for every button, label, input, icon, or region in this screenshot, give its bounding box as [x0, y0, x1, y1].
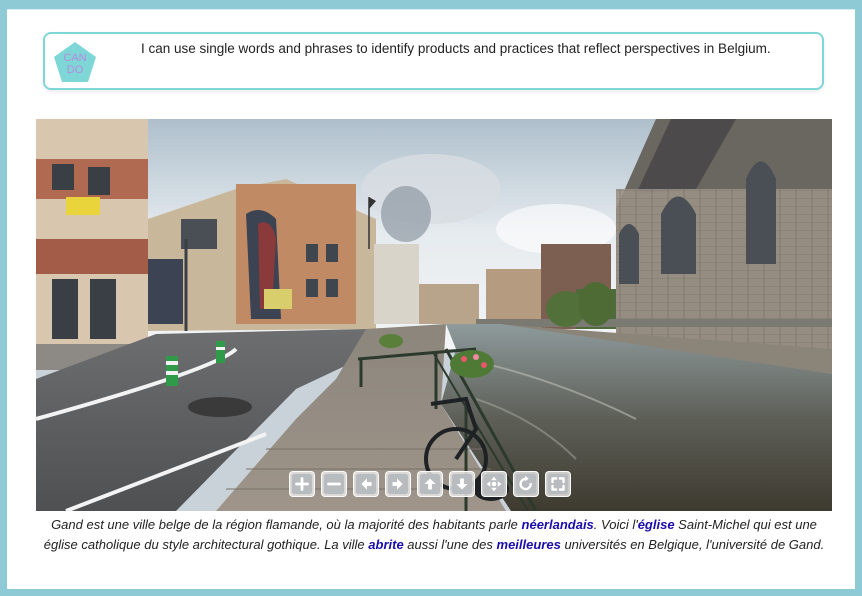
keyword-abrite: abrite	[368, 537, 404, 552]
caption-text-1: Gand est une ville belge de la région fl…	[51, 517, 522, 532]
pan-right-button[interactable]	[385, 471, 411, 497]
pan-left-icon	[355, 473, 377, 495]
keyword-eglise: église	[637, 517, 675, 532]
caption-text-5: universités en Belgique, l'université de…	[560, 537, 825, 552]
pan-left-button[interactable]	[353, 471, 379, 497]
fullscreen-button[interactable]	[545, 471, 571, 497]
zoom-out-button[interactable]	[321, 471, 347, 497]
pan-down-button[interactable]	[449, 471, 475, 497]
photo-caption: Gand est une ville belge de la région fl…	[36, 515, 832, 555]
pan-up-icon	[419, 473, 441, 495]
ghent-canal-photo	[36, 119, 832, 511]
can-do-badge-icon: CAN DO	[54, 42, 96, 82]
pan-right-icon	[387, 473, 409, 495]
fullscreen-icon	[547, 473, 569, 495]
caption-text-2: . Voici l'	[593, 517, 638, 532]
can-do-statement: I can use single words and phrases to id…	[141, 41, 771, 56]
keyword-neerlandais: néerlandais	[521, 517, 594, 532]
caption-text-4: aussi l'une des	[403, 537, 497, 552]
badge-line-1: CAN	[63, 52, 86, 64]
can-do-statement-box: CAN DO I can use single words and phrase…	[43, 32, 824, 90]
move-button[interactable]	[481, 471, 507, 497]
zoom-in-icon	[291, 473, 313, 495]
rotate-icon	[515, 473, 537, 495]
pan-down-icon	[451, 473, 473, 495]
keyword-meilleures: meilleures	[496, 537, 561, 552]
move-icon	[483, 473, 505, 495]
badge-line-2: DO	[67, 64, 84, 76]
zoom-out-icon	[323, 473, 345, 495]
pan-up-button[interactable]	[417, 471, 443, 497]
zoom-in-button[interactable]	[289, 471, 315, 497]
panorama-controls	[289, 471, 571, 497]
rotate-button[interactable]	[513, 471, 539, 497]
panorama-viewer[interactable]	[36, 119, 832, 511]
